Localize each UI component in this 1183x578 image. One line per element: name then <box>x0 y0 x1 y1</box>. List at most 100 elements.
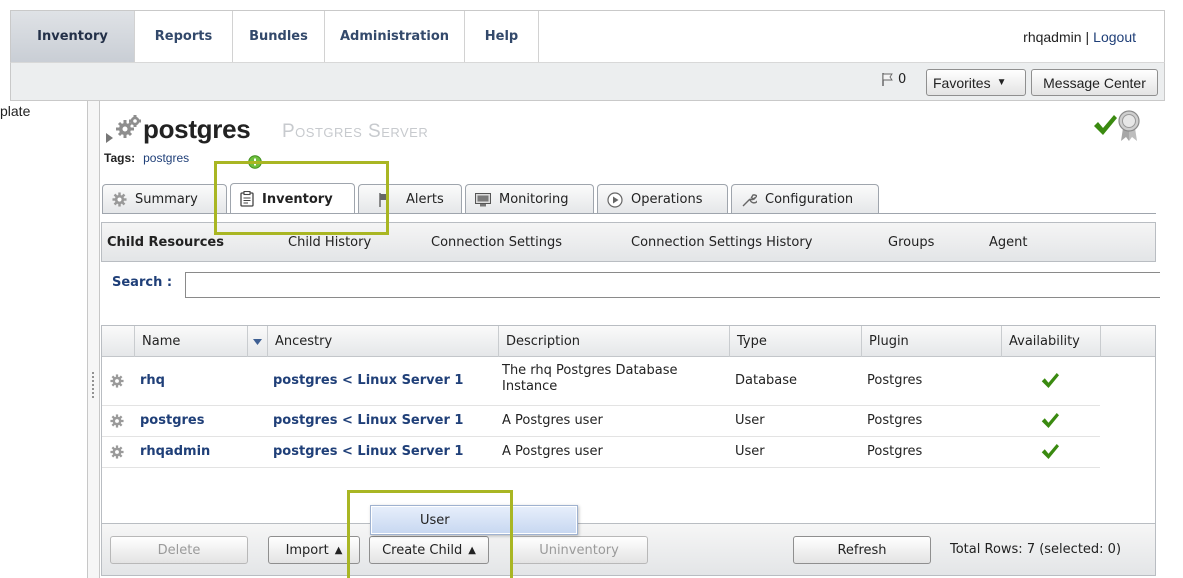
resource-name-link[interactable]: rhqadmin <box>140 444 210 459</box>
table-row[interactable]: rhqadmin postgres < Linux Server 1 A Pos… <box>102 437 1100 468</box>
column-header-plugin[interactable]: Plugin <box>862 326 1002 357</box>
flag-icon <box>379 192 390 207</box>
plugin-cell: Postgres <box>867 444 923 459</box>
caret-up-icon: ▲ <box>334 544 343 556</box>
logout-link[interactable]: Logout <box>1093 29 1136 45</box>
table-header: Name Ancestry Description Type Plugin Av… <box>102 326 1155 357</box>
gear-icon <box>110 414 124 428</box>
resource-name: postgres <box>143 114 251 144</box>
tab-summary[interactable]: Summary <box>102 184 227 214</box>
play-icon <box>607 191 623 208</box>
availability-check-icon <box>1041 413 1059 428</box>
tab-alerts-label: Alerts <box>406 192 444 207</box>
gear-icon <box>110 445 124 459</box>
resource-tabs: Summary Inventory Alerts Monitoring Oper… <box>102 183 882 214</box>
ancestry-link[interactable]: postgres < Linux Server 1 <box>273 444 463 459</box>
expand-arrow-icon[interactable] <box>106 133 114 143</box>
column-sort-menu[interactable] <box>248 326 268 357</box>
column-header-type[interactable]: Type <box>730 326 862 357</box>
tab-inventory-label: Inventory <box>262 191 333 207</box>
subtab-child-resources[interactable]: Child Resources <box>107 235 224 250</box>
add-tag-icon[interactable] <box>248 155 262 169</box>
nav-tab-help[interactable]: Help <box>465 11 539 62</box>
table-row[interactable]: rhq postgres < Linux Server 1 The rhq Po… <box>102 358 1100 406</box>
flag-count-value: 0 <box>898 72 907 87</box>
tab-configuration[interactable]: Configuration <box>731 184 879 214</box>
splitter-grip-icon[interactable] <box>91 371 95 399</box>
delete-button[interactable]: Delete <box>110 536 248 564</box>
uninventory-button[interactable]: Uninventory <box>510 536 648 564</box>
availability-check-icon <box>1041 373 1059 388</box>
resource-type: Postgres Server <box>282 121 429 142</box>
column-header-name-label: Name <box>142 334 181 349</box>
column-header-icon <box>102 326 135 357</box>
flag-icon <box>882 73 893 86</box>
menu-item-user[interactable]: User <box>372 507 576 533</box>
subtab-groups[interactable]: Groups <box>888 235 934 250</box>
username: rhqadmin <box>1023 28 1082 45</box>
caret-up-icon: ▲ <box>468 544 476 556</box>
ancestry-link[interactable]: postgres < Linux Server 1 <box>273 373 463 388</box>
subtab-connection-settings-history[interactable]: Connection Settings History <box>631 235 812 250</box>
tab-divider <box>102 213 1156 214</box>
plugin-cell: Postgres <box>867 373 923 388</box>
tab-monitoring[interactable]: Monitoring <box>465 184 594 214</box>
description-cell: The rhq Postgres Database Instance <box>502 363 678 394</box>
search-input[interactable] <box>185 272 1160 298</box>
panel-splitter[interactable] <box>88 101 100 578</box>
ancestry-link[interactable]: postgres < Linux Server 1 <box>273 413 463 428</box>
tab-inventory[interactable]: Inventory <box>230 183 355 214</box>
dropdown-arrow-icon: ▼ <box>996 77 1007 88</box>
subtab-agent[interactable]: Agent <box>989 235 1027 250</box>
tag-link[interactable]: postgres <box>143 151 189 165</box>
subtab-child-history[interactable]: Child History <box>288 235 371 250</box>
message-center-button[interactable]: Message Center <box>1031 69 1158 96</box>
import-label: Import <box>285 542 329 558</box>
plugin-cell: Postgres <box>867 413 923 428</box>
create-child-button[interactable]: Create Child ▲ <box>369 536 489 564</box>
left-navigation-panel <box>0 101 88 578</box>
refresh-button[interactable]: Refresh <box>793 536 931 564</box>
resource-name-link[interactable]: postgres <box>140 413 204 428</box>
tab-configuration-label: Configuration <box>765 192 854 207</box>
monitor-icon <box>475 192 491 207</box>
description-cell: A Postgres user <box>502 413 603 428</box>
type-cell: User <box>735 413 765 428</box>
gear-icon <box>110 374 124 388</box>
user-menu: rhqadmin | Logout <box>1023 11 1164 62</box>
inventory-subtabs: Child Resources Child History Connection… <box>101 222 1156 262</box>
nav-tab-inventory[interactable]: Inventory <box>11 11 135 62</box>
clipboard-icon <box>240 191 254 207</box>
child-resources-table: Name Ancestry Description Type Plugin Av… <box>101 325 1156 524</box>
column-header-description[interactable]: Description <box>499 326 730 357</box>
table-toolbar: Delete Import ▲ Create Child ▲ Uninventory… <box>101 524 1156 576</box>
column-header-availability[interactable]: Availability <box>1002 326 1101 357</box>
import-button[interactable]: Import ▲ <box>268 536 360 564</box>
left-panel-item[interactable]: plate <box>0 103 30 119</box>
create-child-label: Create Child <box>382 542 463 558</box>
alert-flag-count[interactable]: 0 <box>882 72 906 87</box>
tab-operations[interactable]: Operations <box>597 184 728 214</box>
column-header-name[interactable]: Name <box>135 326 248 357</box>
gear-icon <box>112 192 127 207</box>
resource-name-link[interactable]: rhq <box>140 373 165 388</box>
user-separator: | <box>1085 28 1090 45</box>
sort-arrow-icon <box>253 338 262 345</box>
subtab-connection-settings[interactable]: Connection Settings <box>431 235 562 250</box>
message-bar: 0 Favorites ▼ Message Center <box>10 62 1165 101</box>
availability-check-icon <box>1094 115 1117 135</box>
favorites-button[interactable]: Favorites ▼ <box>926 69 1026 96</box>
nav-tab-administration[interactable]: Administration <box>325 11 465 62</box>
type-cell: User <box>735 444 765 459</box>
search-label: Search : <box>112 275 173 290</box>
column-header-ancestry[interactable]: Ancestry <box>268 326 499 357</box>
resource-gears-icon <box>116 115 141 138</box>
tab-alerts[interactable]: Alerts <box>358 184 462 214</box>
top-navigation: Inventory Reports Bundles Administration… <box>10 10 1165 62</box>
award-badge-icon <box>1118 110 1140 141</box>
table-row[interactable]: postgres postgres < Linux Server 1 A Pos… <box>102 406 1100 437</box>
nav-tab-bundles[interactable]: Bundles <box>233 11 325 62</box>
nav-tab-reports[interactable]: Reports <box>135 11 233 62</box>
tab-operations-label: Operations <box>631 192 703 207</box>
create-child-menu: User <box>370 505 578 535</box>
